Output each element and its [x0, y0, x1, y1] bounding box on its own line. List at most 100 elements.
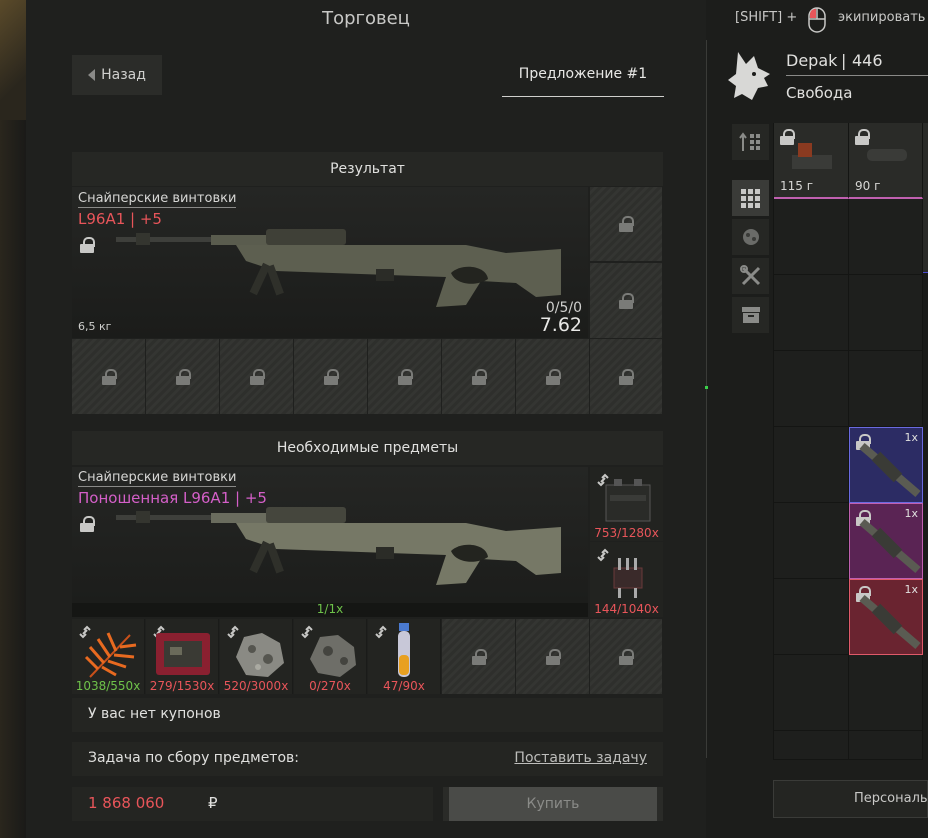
required-item[interactable]: 1038/550x — [72, 619, 145, 694]
page-title: Торговец — [322, 8, 410, 29]
inventory-cell[interactable] — [774, 275, 849, 351]
lock-icon — [80, 516, 95, 532]
required-item-qty: 0/270x — [309, 679, 351, 693]
sort-button[interactable] — [732, 124, 769, 160]
required-weapon-card[interactable]: Снайперские винтовки Поношенная L96A1 | … — [72, 467, 588, 617]
box-icon — [741, 307, 760, 323]
artifact-icon — [742, 229, 759, 245]
player-faction: Свобода — [786, 84, 853, 102]
electronic-component-icon — [613, 558, 643, 598]
personal-button[interactable]: Персональн — [773, 780, 928, 818]
wrench-icon — [739, 265, 760, 286]
tab-offer-1[interactable]: Предложение #1 — [502, 62, 664, 97]
item-weight: 90 г — [855, 179, 881, 193]
equip-hint: экипировать — [838, 10, 926, 25]
set-task-link[interactable]: Поставить задачу — [514, 750, 647, 766]
inventory-cell[interactable] — [849, 275, 923, 351]
inventory-cell[interactable] — [849, 731, 923, 760]
sniper-rifle-image — [116, 225, 566, 325]
required-heading: Необходимые предметы — [72, 431, 663, 465]
caliber-label: 7.62 — [539, 314, 582, 336]
inventory-cell[interactable] — [774, 503, 849, 579]
inventory-item-rifle-stack[interactable]: 1x — [849, 427, 923, 503]
inventory-cell[interactable] — [774, 655, 849, 731]
fern-plant-icon — [84, 632, 137, 678]
lock-icon — [249, 368, 265, 385]
result-weight: 6,5 кг — [78, 320, 112, 333]
panel-divider — [706, 40, 707, 758]
required-item-qty: 1038/550x — [75, 679, 141, 693]
player-level: 446 — [852, 51, 883, 70]
lock-icon — [619, 216, 634, 232]
circuit-board-icon — [156, 633, 210, 675]
lock-icon — [397, 368, 413, 385]
lock-icon — [545, 648, 561, 665]
ore-rock-icon — [236, 633, 284, 677]
locked-slot — [442, 619, 516, 694]
inventory-cell[interactable] — [849, 351, 923, 427]
inventory-cell[interactable] — [774, 351, 849, 427]
back-button[interactable]: Назад — [72, 55, 162, 95]
required-item-qty: 279/1530x — [149, 679, 215, 693]
inventory-cell[interactable] — [849, 655, 923, 731]
inventory-item-scope[interactable]: 115 г — [774, 123, 849, 199]
buy-button[interactable]: Купить — [443, 787, 663, 821]
lock-icon — [619, 648, 634, 665]
price-box: 1 868 060 ₽ — [72, 787, 433, 821]
required-side-item[interactable]: 144/1040x — [590, 542, 663, 617]
cursor-dot — [705, 386, 708, 389]
filter-misc-button[interactable] — [732, 297, 769, 333]
inventory-grid: 115 г 90 г 1x 1x 1x — [773, 123, 928, 760]
filter-all-button[interactable] — [732, 180, 769, 216]
worn-sniper-rifle-image — [116, 505, 566, 605]
lock-icon — [619, 368, 634, 385]
filter-tools-button[interactable] — [732, 258, 769, 294]
inventory-item-rifle-stack[interactable]: 1x — [849, 579, 923, 655]
inventory-item-rifle-stack[interactable]: 1x — [849, 503, 923, 579]
required-item[interactable]: 279/1530x — [146, 619, 219, 694]
locked-slot — [72, 339, 146, 414]
weapon-qty: 1/1x — [316, 602, 344, 616]
inventory-item-partial[interactable] — [923, 123, 928, 273]
filter-artifacts-button[interactable] — [732, 219, 769, 255]
red-dot-sight-icon — [792, 143, 832, 169]
locked-slot — [146, 339, 220, 414]
sniper-rifle-icon — [859, 518, 921, 574]
trade-panel: Торговец Назад Предложение #1 Результат … — [26, 0, 706, 838]
locked-slot — [590, 263, 663, 338]
mouse-icon — [808, 7, 826, 33]
lock-icon — [471, 648, 487, 665]
task-bar: Задача по сбору предметов: Поставить зад… — [72, 742, 663, 776]
inventory-cell[interactable] — [774, 731, 849, 760]
required-side-item[interactable]: 753/1280x — [590, 467, 663, 541]
lock-icon — [545, 368, 561, 385]
locked-slot — [590, 339, 663, 414]
required-item[interactable]: 520/3000x — [220, 619, 293, 694]
required-category: Снайперские винтовки — [78, 470, 237, 487]
locked-slot — [442, 339, 516, 414]
required-item[interactable]: 0/270x — [294, 619, 367, 694]
required-item[interactable]: 47/90x — [368, 619, 441, 694]
side-item-qty: 753/1280x — [594, 526, 659, 540]
coupons-text: У вас нет купонов — [88, 706, 221, 722]
inventory-item-scope[interactable]: 90 г — [849, 123, 923, 199]
grid-icon — [741, 188, 760, 208]
item-weight: 115 г — [780, 179, 814, 193]
inventory-cell[interactable] — [849, 199, 923, 275]
inventory-cell[interactable] — [774, 427, 849, 503]
lock-icon — [471, 368, 487, 385]
task-label: Задача по сбору предметов: — [88, 750, 299, 766]
trader-screen: Торговец Назад Предложение #1 Результат … — [0, 0, 928, 838]
inventory-cell[interactable] — [774, 199, 849, 275]
locked-slot — [590, 187, 663, 261]
ore-rock-icon — [310, 635, 356, 677]
back-button-label: Назад — [101, 67, 146, 83]
lock-icon — [175, 368, 191, 385]
personal-button-label: Персональн — [854, 791, 928, 806]
inventory-cell[interactable] — [774, 579, 849, 655]
result-heading: Результат — [72, 152, 663, 186]
result-weapon-card[interactable]: Снайперские винтовки L96A1 | +5 6,5 кг 0… — [72, 187, 588, 338]
wolf-faction-icon — [728, 52, 770, 100]
player-name: Depak — [786, 51, 838, 70]
locked-slot — [368, 339, 442, 414]
